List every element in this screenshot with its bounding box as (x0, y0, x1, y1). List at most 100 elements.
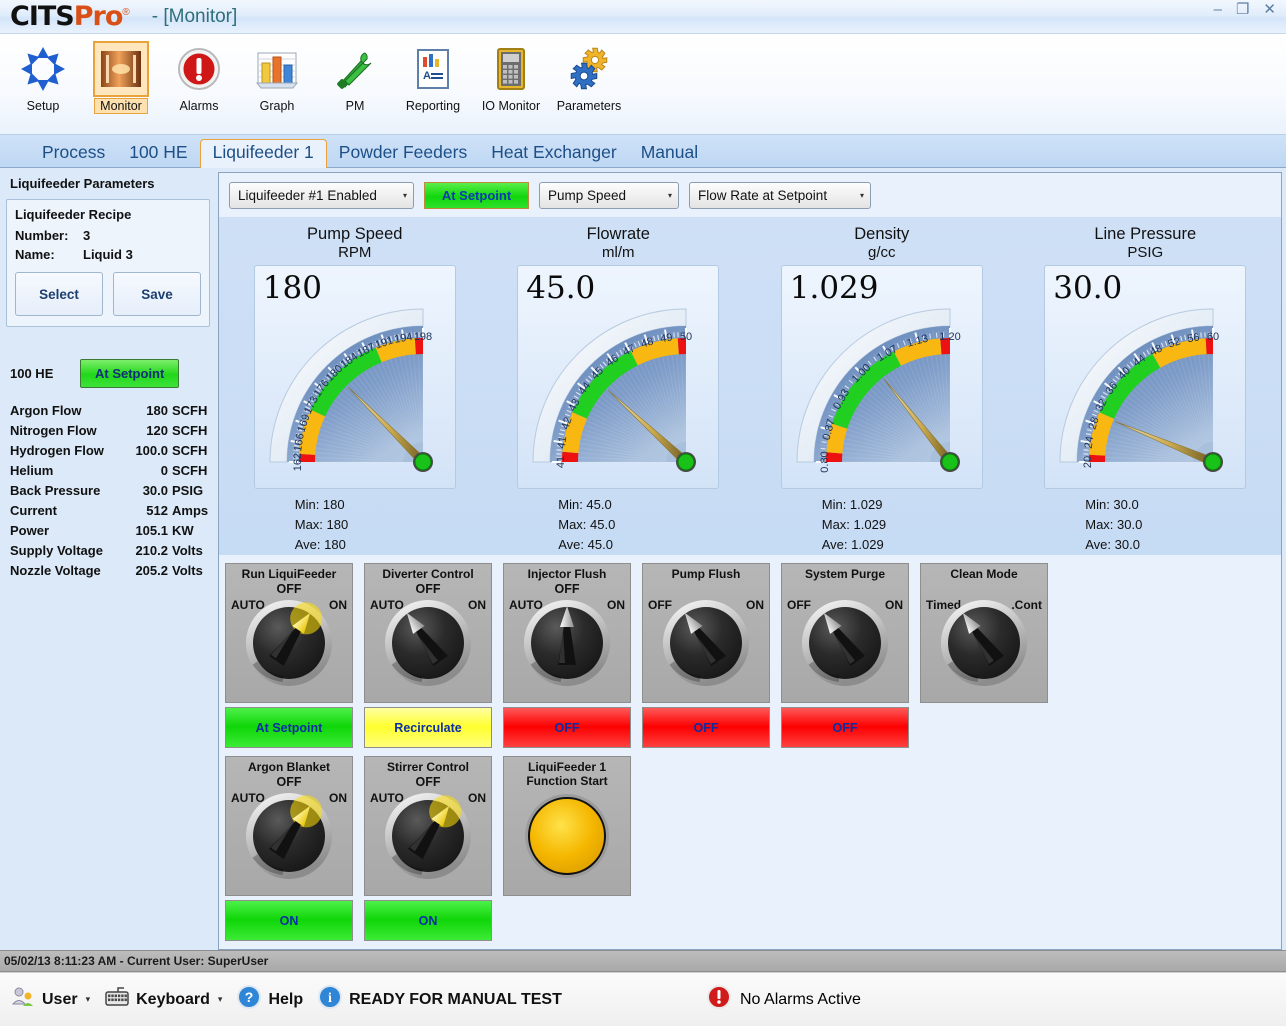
function-start-lamp[interactable] (519, 788, 615, 884)
knob-panel[interactable]: Clean Mode Timed .Cont (920, 563, 1048, 704)
rotary-knob[interactable] (241, 595, 337, 691)
gauge-stat-max: Max: 45.0 (558, 517, 616, 533)
keyboard-icon (104, 984, 130, 1015)
knob-cell-clean-mode: Clean Mode Timed .Cont (920, 563, 1048, 748)
lamp-title-line1: LiquiFeeder 1 (527, 760, 607, 775)
chevron-down-icon[interactable]: ▾ (218, 994, 223, 1005)
minimize-icon[interactable]: – (1214, 2, 1222, 17)
knob-panel[interactable]: Argon Blanket OFF AUTO ON (225, 756, 353, 897)
parameter-name: Supply Voltage (10, 543, 103, 558)
footer-item-keyboard[interactable]: Keyboard ▾ (104, 984, 228, 1015)
pump-speed-select[interactable]: Pump Speed ▾ (539, 181, 679, 209)
parameter-value: 120 (146, 423, 168, 438)
knob-graphic[interactable] (797, 595, 893, 696)
gauge-value: 30.0 (1053, 269, 1123, 306)
tab-heat-exchanger[interactable]: Heat Exchanger (479, 140, 629, 168)
rotary-knob[interactable] (658, 595, 754, 691)
knob-graphic[interactable] (380, 595, 476, 696)
knob-title: Clean Mode (950, 567, 1018, 582)
footer-item-help[interactable]: ? Help (236, 984, 303, 1015)
multimeter-icon (485, 43, 537, 95)
tab-manual[interactable]: Manual (629, 140, 710, 168)
knob-panel[interactable]: Injector Flush OFF AUTO ON (503, 563, 631, 704)
gauge-unit: PSIG (1127, 243, 1164, 261)
knob-status-bar[interactable]: ON (364, 900, 492, 942)
knob-graphic[interactable] (241, 595, 337, 696)
knob-panel[interactable]: System Purge OFF ON (781, 563, 909, 704)
flow-rate-select[interactable]: Flow Rate at Setpoint ▾ (689, 181, 871, 209)
toolbar-item-graph[interactable]: Graph (238, 40, 316, 113)
svg-text:i: i (328, 991, 332, 1006)
tab-process[interactable]: Process (30, 140, 117, 168)
toolbar-item-label: Alarms (179, 99, 219, 113)
tab-100-he[interactable]: 100 HE (117, 140, 199, 168)
gauge-value: 45.0 (526, 269, 596, 306)
gauge-stat-ave: Ave: 45.0 (558, 537, 613, 553)
lamp-panel[interactable]: LiquiFeeder 1 Function Start (503, 756, 631, 897)
toolbar-item-label: Parameters (556, 99, 622, 113)
gauge-stat-max: Max: 30.0 (1085, 517, 1143, 533)
lamp-graphic[interactable] (519, 788, 615, 889)
toolbar-item-reporting[interactable]: A Reporting (394, 40, 472, 113)
knob-panel[interactable]: Run LiquiFeeder OFF AUTO ON (225, 563, 353, 704)
knob-status-bar[interactable]: Recirculate (364, 707, 492, 749)
toolbar-item-io-monitor[interactable]: IO Monitor (472, 40, 550, 113)
knob-status-bar[interactable]: OFF (781, 707, 909, 749)
rotary-knob[interactable] (380, 788, 476, 884)
knob-panel[interactable]: Stirrer Control OFF AUTO ON (364, 756, 492, 897)
footer-item-user[interactable]: User ▾ (10, 984, 96, 1015)
gauge-stat-min: Min: 180 (294, 496, 345, 512)
toolbar-item-alarms[interactable]: Alarms (160, 40, 238, 113)
setpoint-status-badge[interactable]: At Setpoint (424, 181, 529, 209)
knob-graphic[interactable] (519, 595, 615, 696)
parameter-row: Argon Flow 180 SCFH (10, 403, 212, 418)
knob-title: Stirrer Control (386, 760, 469, 775)
rotary-knob[interactable] (380, 595, 476, 691)
knob-status-bar[interactable]: ON (225, 900, 353, 942)
gauge-value: 1.029 (789, 269, 879, 306)
save-button[interactable]: Save (113, 272, 201, 316)
lamp-title-line2: Function Start (526, 774, 608, 789)
gauge-stats: Min: 180 Max: 180 Ave: 180 (295, 495, 415, 555)
footer-bar: User ▾ Keyboard ▾? Help i READY FOR MANUAL TES… (0, 972, 1286, 1026)
parameter-name: Nitrogen Flow (10, 423, 97, 438)
knob-graphic[interactable] (380, 788, 476, 889)
rotary-knob[interactable] (936, 595, 1032, 691)
rotary-knob[interactable] (519, 595, 615, 691)
he-setpoint-badge[interactable]: At Setpoint (80, 359, 180, 388)
window-title: - [Monitor] (151, 5, 238, 27)
toolbar-item-pm[interactable]: PM (316, 40, 394, 113)
close-icon[interactable]: ✕ (1263, 2, 1276, 17)
knob-title: System Purge (804, 567, 886, 582)
alarm-bell-icon (706, 984, 732, 1015)
he-status-label: 100 HE (10, 366, 54, 381)
knob-graphic[interactable] (241, 788, 337, 889)
parameter-name: Helium (10, 463, 54, 478)
restore-icon[interactable]: ❐ (1236, 2, 1249, 17)
knob-status-bar[interactable]: At Setpoint (225, 707, 353, 749)
knob-panel[interactable]: Diverter Control OFF AUTO ON (364, 563, 492, 704)
knob-cell-system-purge: System Purge OFF ON OFF (781, 563, 909, 749)
gauge-unit: ml/m (602, 243, 635, 261)
knob-graphic[interactable] (658, 595, 754, 696)
sidebar-title: Liquifeeder Parameters (10, 176, 155, 191)
toolbar-item-parameters[interactable]: Parameters (550, 40, 628, 113)
tab-powder-feeders[interactable]: Powder Feeders (327, 140, 479, 168)
chevron-down-icon[interactable]: ▾ (86, 994, 91, 1005)
parameter-row: Hydrogen Flow 100.0 SCFH (10, 443, 212, 458)
rotary-knob[interactable] (797, 595, 893, 691)
toolbar-item-label: IO Monitor (481, 99, 541, 113)
select-button[interactable]: Select (15, 272, 103, 316)
parameter-unit: SCFH (172, 403, 208, 418)
knob-status-bar[interactable]: OFF (642, 707, 770, 749)
rotary-knob[interactable] (241, 788, 337, 884)
svg-text:41: 41 (555, 456, 567, 468)
toolbar-item-setup[interactable]: Setup (4, 40, 82, 113)
liquifeeder-enabled-select[interactable]: Liquifeeder #1 Enabled ▾ (229, 181, 414, 209)
knob-graphic[interactable] (936, 595, 1032, 696)
knob-status-bar[interactable]: OFF (503, 707, 631, 749)
tab-liquifeeder-1[interactable]: Liquifeeder 1 (199, 138, 327, 168)
knob-panel[interactable]: Pump Flush OFF ON (642, 563, 770, 704)
toolbar-item-monitor[interactable]: Monitor (82, 40, 160, 114)
gauge-frame: 1.029 0.80 0.87 0.93 1.00 1.07 1.13 1.20 (780, 264, 983, 489)
